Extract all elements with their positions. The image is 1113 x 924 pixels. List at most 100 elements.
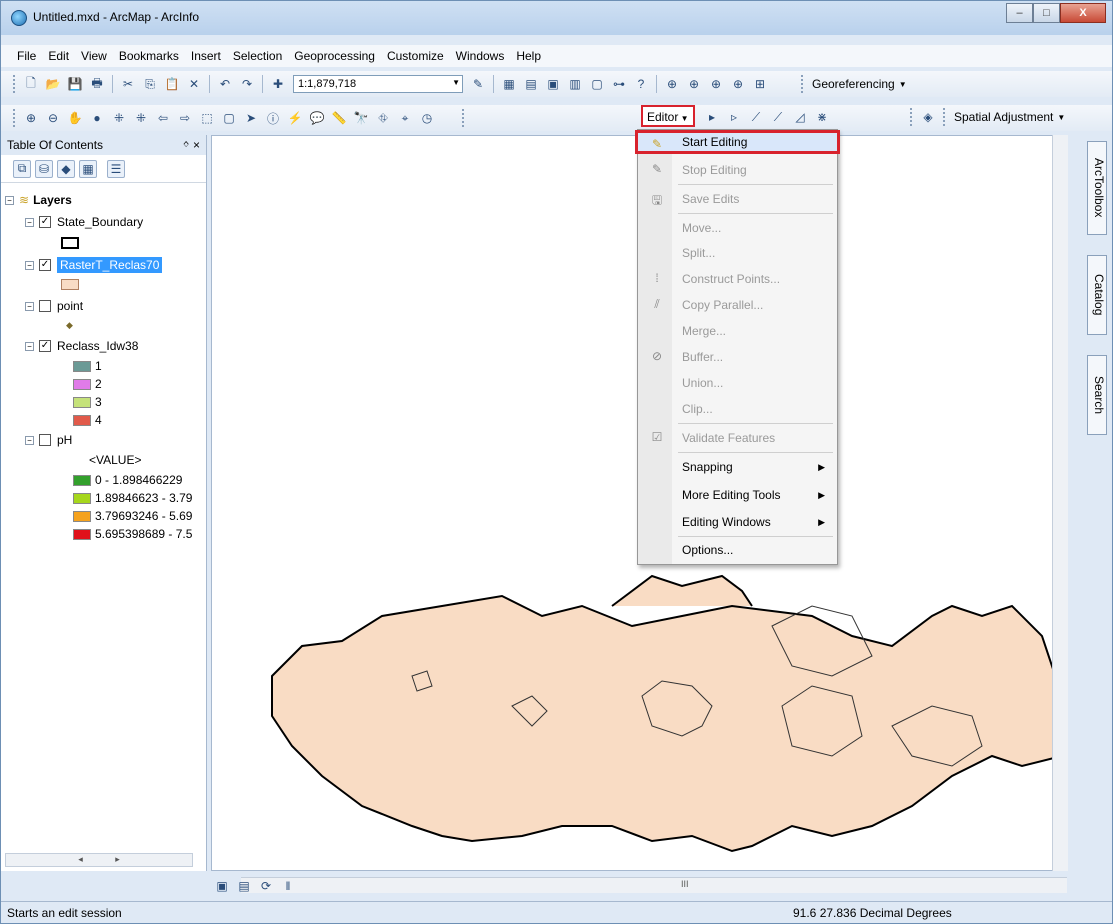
new-document-icon[interactable]: 🗋	[22, 75, 40, 93]
menu-stop-editing[interactable]: ✎ Stop Editing	[638, 158, 837, 182]
menu-snapping[interactable]: Snapping ▶	[638, 455, 837, 479]
collapse-icon[interactable]: −	[25, 217, 34, 227]
undo-icon[interactable]: ↶	[216, 75, 234, 93]
html-popup-icon[interactable]: 💬	[308, 109, 326, 127]
model-builder-icon[interactable]: ⊶	[610, 75, 628, 93]
save-icon[interactable]: 💾	[66, 75, 84, 93]
print-icon[interactable]: 🖶	[88, 75, 106, 93]
toolbar-grip[interactable]	[910, 108, 913, 126]
select-elements-icon[interactable]: ➤	[242, 109, 260, 127]
layer-icon[interactable]: ◈	[919, 108, 937, 126]
menu-merge[interactable]: Merge...	[638, 319, 837, 343]
minimize-button[interactable]: –	[1006, 3, 1033, 23]
georef-tool-3-icon[interactable]: ⊕	[707, 75, 725, 93]
copy-icon[interactable]: ⎘	[141, 75, 159, 93]
list-by-visibility-icon[interactable]: ◆	[57, 159, 75, 178]
catalog-icon[interactable]: ▤	[522, 75, 540, 93]
menu-insert[interactable]: Insert	[185, 49, 227, 63]
layer-visibility-checkbox[interactable]	[39, 300, 51, 312]
add-data-icon[interactable]: ✚	[269, 75, 287, 93]
menu-validate-features[interactable]: ☑ Validate Features	[638, 426, 837, 450]
menu-copy-parallel[interactable]: ⫽ Copy Parallel...	[638, 293, 837, 317]
georeferencing-dropdown[interactable]: Georeferencing	[808, 77, 899, 91]
menu-selection[interactable]: Selection	[227, 49, 288, 63]
layers-root[interactable]: − ≋ Layers	[5, 193, 72, 207]
table-icon[interactable]: ▦	[500, 75, 518, 93]
measure-icon[interactable]: 📏	[330, 109, 348, 127]
select-features-icon[interactable]: ⬚	[198, 109, 216, 127]
redo-icon[interactable]: ↷	[238, 75, 256, 93]
menu-geoprocessing[interactable]: Geoprocessing	[288, 49, 381, 63]
full-extent-icon[interactable]: ●	[88, 109, 106, 127]
menu-editing-windows[interactable]: Editing Windows ▶	[638, 510, 837, 534]
spatial-adjustment-dropdown[interactable]: Spatial Adjustment	[950, 110, 1057, 124]
python-window-icon[interactable]: ▢	[588, 75, 606, 93]
collapse-icon[interactable]: −	[25, 341, 34, 351]
layer-rastert-reclas70[interactable]: − ✓ RasterT_Reclas70	[25, 257, 163, 273]
editor-toolbar-icon[interactable]: ✎	[469, 75, 487, 93]
menu-buffer[interactable]: ⊘ Buffer...	[638, 345, 837, 369]
menu-customize[interactable]: Customize	[381, 49, 450, 63]
georef-tool-5-icon[interactable]: ⊞	[751, 75, 769, 93]
menu-help[interactable]: Help	[510, 49, 547, 63]
list-by-source-icon[interactable]: ⛁	[35, 159, 53, 178]
toc-pin-close[interactable]: ᛜ ×	[182, 138, 200, 152]
close-button[interactable]: X	[1060, 3, 1106, 23]
open-folder-icon[interactable]: 📂	[44, 75, 62, 93]
paste-icon[interactable]: 📋	[163, 75, 181, 93]
menu-move[interactable]: Move...	[638, 216, 837, 240]
collapse-icon[interactable]: −	[25, 301, 34, 311]
tab-arctoolbox[interactable]: ArcToolbox	[1087, 141, 1107, 235]
editor-menu-button[interactable]: Editor ▼	[641, 105, 695, 127]
menu-windows[interactable]: Windows	[450, 49, 511, 63]
help-pointer-icon[interactable]: ?	[632, 75, 650, 93]
georef-tool-4-icon[interactable]: ⊕	[729, 75, 747, 93]
fixed-zoom-in-icon[interactable]: ⁜	[110, 109, 128, 127]
toolbar-grip[interactable]	[801, 75, 804, 93]
georef-tool-2-icon[interactable]: ⊕	[685, 75, 703, 93]
toolbar-grip[interactable]	[943, 108, 946, 126]
list-by-drawing-order-icon[interactable]: ⧉	[13, 159, 31, 178]
collapse-icon[interactable]: −	[25, 260, 34, 270]
layer-point[interactable]: − point	[25, 299, 83, 313]
map-horizontal-scrollbar[interactable]: III	[241, 877, 1067, 893]
data-view-icon[interactable]: ▣	[213, 877, 231, 895]
toolbar-grip[interactable]	[13, 109, 16, 127]
find-icon[interactable]: 🔭	[352, 109, 370, 127]
forward-extent-icon[interactable]: ⇨	[176, 109, 194, 127]
pan-icon[interactable]: ✋	[66, 109, 84, 127]
options-icon[interactable]: ☰	[107, 159, 125, 178]
refresh-icon[interactable]: ⟳	[257, 877, 275, 895]
fixed-zoom-out-icon[interactable]: ⁜	[132, 109, 150, 127]
menu-split[interactable]: Split...	[638, 241, 837, 265]
zoom-out-icon[interactable]: ⊖	[44, 109, 62, 127]
menu-file[interactable]: File	[11, 49, 42, 63]
delete-icon[interactable]: ✕	[185, 75, 203, 93]
toolbar-grip[interactable]	[13, 75, 16, 93]
menu-construct-points[interactable]: ⁞ Construct Points...	[638, 267, 837, 291]
toolbox-icon[interactable]: ▥	[566, 75, 584, 93]
menu-edit[interactable]: Edit	[42, 49, 75, 63]
layer-visibility-checkbox[interactable]: ✓	[39, 216, 51, 228]
identify-icon[interactable]: ⓘ	[264, 109, 282, 127]
zoom-in-icon[interactable]: ⊕	[22, 109, 40, 127]
map-scale-dropdown[interactable]: 1:1,879,718 ▼	[293, 75, 463, 93]
toc-horizontal-scrollbar[interactable]: ◂ ▸	[5, 853, 193, 867]
layer-ph[interactable]: − pH	[25, 433, 72, 447]
layer-visibility-checkbox[interactable]: ✓	[39, 259, 51, 271]
map-vertical-scrollbar[interactable]	[1052, 135, 1068, 871]
layer-reclass-idw38[interactable]: − ✓ Reclass_Idw38	[25, 339, 138, 353]
menu-start-editing[interactable]: ✎ Start Editing	[635, 130, 840, 154]
tab-search[interactable]: Search	[1087, 355, 1107, 435]
menu-union[interactable]: Union...	[638, 371, 837, 395]
find-route-icon[interactable]: ⛗	[374, 109, 392, 127]
pause-drawing-icon[interactable]: ‖	[279, 877, 297, 895]
layer-visibility-checkbox[interactable]: ✓	[39, 340, 51, 352]
menu-bookmarks[interactable]: Bookmarks	[113, 49, 185, 63]
menu-options[interactable]: Options...	[638, 538, 837, 562]
cut-icon[interactable]: ✂	[119, 75, 137, 93]
maximize-button[interactable]: □	[1033, 3, 1060, 23]
menu-save-edits[interactable]: 🖫 Save Edits	[638, 187, 837, 211]
tab-catalog[interactable]: Catalog	[1087, 255, 1107, 335]
collapse-icon[interactable]: −	[5, 195, 14, 205]
